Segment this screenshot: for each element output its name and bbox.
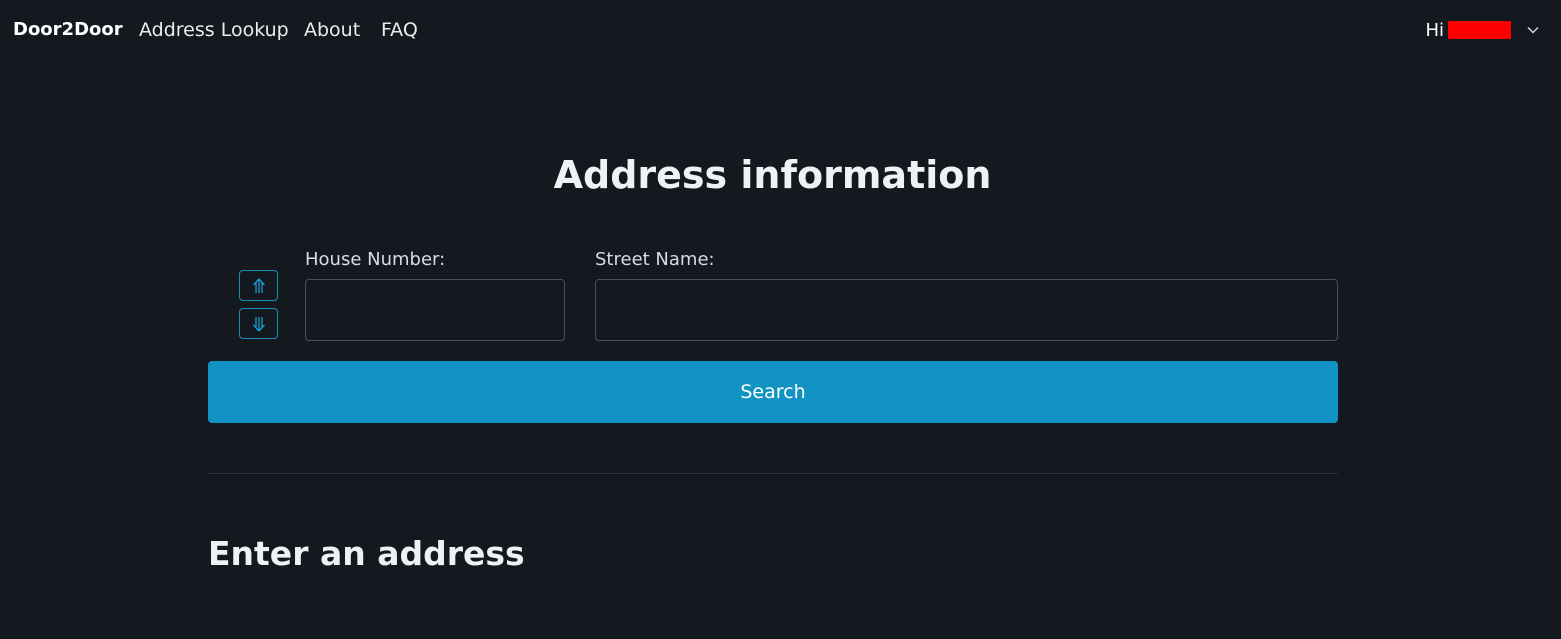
- house-number-label: House Number:: [305, 249, 446, 270]
- page-title: Address information: [553, 153, 992, 197]
- street-name-label: Street Name:: [595, 249, 715, 270]
- search-button[interactable]: Search: [208, 361, 1338, 423]
- brand-logo[interactable]: Door2Door: [13, 19, 123, 41]
- arrow-up-icon: [252, 278, 265, 293]
- house-number-input[interactable]: [305, 279, 565, 341]
- chevron-down-icon: [1527, 26, 1539, 34]
- user-menu-toggle[interactable]: Hi: [1425, 18, 1540, 42]
- nav-link-address-lookup[interactable]: Address Lookup: [139, 18, 289, 42]
- street-name-input[interactable]: [595, 279, 1338, 341]
- arrow-down-icon: [252, 316, 265, 331]
- user-name-redaction: [1448, 21, 1511, 39]
- user-greeting: Hi: [1425, 19, 1444, 41]
- divider: [208, 473, 1338, 474]
- nav-link-faq[interactable]: FAQ: [381, 18, 418, 42]
- navbar: Door2Door Address Lookup About FAQ Hi: [0, 0, 1561, 60]
- move-up-button[interactable]: [239, 270, 278, 301]
- results-heading: Enter an address: [208, 534, 525, 573]
- move-down-button[interactable]: [239, 308, 278, 339]
- nav-link-about[interactable]: About: [304, 18, 360, 42]
